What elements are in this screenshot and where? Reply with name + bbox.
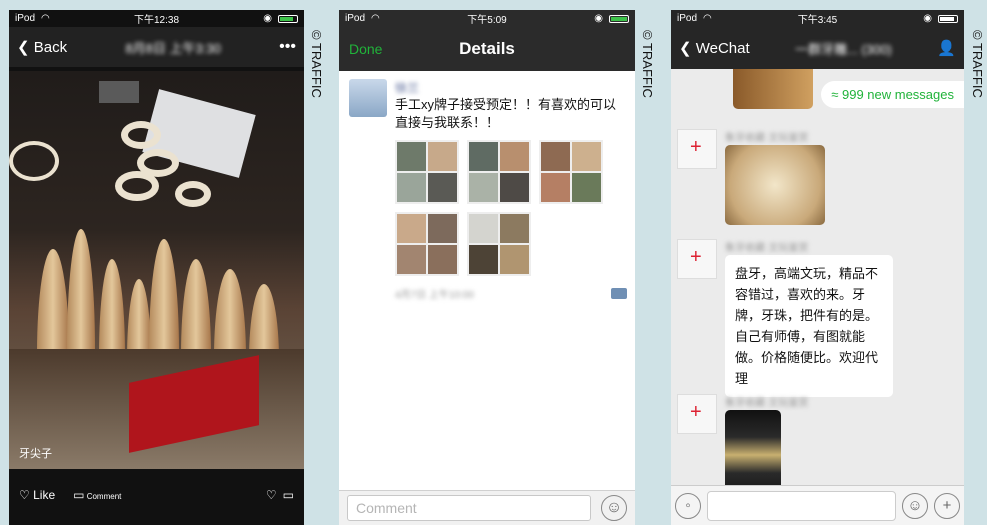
avatar[interactable] xyxy=(677,129,717,169)
chat-message: 象牙收藏·文玩鉴赏 xyxy=(677,129,825,225)
group-members-icon[interactable]: 👤 xyxy=(937,39,956,57)
comment-label: Comment xyxy=(86,492,122,501)
carrier-label: iPod xyxy=(15,13,36,24)
photo-thumbnail[interactable] xyxy=(467,212,531,276)
lock-icon: ◉ xyxy=(923,13,932,24)
back-button[interactable]: ❮ WeChat xyxy=(679,39,750,57)
more-button[interactable]: ••• xyxy=(279,38,296,56)
back-label: WeChat xyxy=(695,40,750,57)
wifi-icon: ◠ xyxy=(703,13,712,24)
moment-post: 徐兰 手工xy牌子接受预定！！有喜欢的可以直接与我联系！！ 4月7日 上午10:… xyxy=(339,71,635,301)
nav-title: 8月8日 上午3:30 xyxy=(125,40,221,56)
done-button[interactable]: Done xyxy=(349,41,382,57)
avatar[interactable] xyxy=(349,79,387,117)
emoji-icon[interactable]: ☺ xyxy=(902,492,928,519)
comment-icon: ▭ xyxy=(73,488,85,502)
like-button[interactable]: ♡ Like xyxy=(19,488,55,502)
avatar[interactable] xyxy=(677,239,717,279)
status-bar: iPod ◠ 下午5:09 ◉ xyxy=(339,10,635,27)
bangle xyxy=(121,121,161,149)
bangle xyxy=(9,141,59,181)
watermark: © TRAFFIC xyxy=(309,30,324,98)
comment-icon[interactable]: ▭ xyxy=(283,488,294,502)
photo-grid xyxy=(395,140,627,276)
comment-input[interactable]: Comment xyxy=(347,495,591,521)
photo-thumbnail[interactable] xyxy=(395,140,459,204)
ivory-photo[interactable]: 牙尖子 xyxy=(9,71,304,469)
watermark: © TRAFFIC xyxy=(640,30,655,98)
status-bar: iPod ◠ 下午12:38 ◉ xyxy=(9,10,304,27)
chevron-up-icon: ≈ xyxy=(831,87,839,102)
chat-area[interactable]: ≈ 999 new messages 象牙收藏·文玩鉴赏 象牙收藏·文玩鉴赏 盘… xyxy=(671,69,964,500)
emoji-icon[interactable]: ☺ xyxy=(601,495,627,521)
back-button[interactable]: ❮ Back xyxy=(17,38,67,56)
bangle xyxy=(175,181,211,207)
text-message[interactable]: 盘牙，高端文玩，精品不容错过，喜欢的来。牙牌，牙珠，把件有的是。自己有师傅，有图… xyxy=(725,255,893,397)
phone-wechat-chat: iPod ◠ 下午3:45 ◉ ❮ WeChat 一群牙雕... (300) 👤 … xyxy=(671,10,964,525)
image-message[interactable] xyxy=(725,145,825,225)
post-timestamp: 4月7日 上午10:00 xyxy=(395,290,474,301)
photo-caption: 牙尖子 xyxy=(19,448,52,460)
post-text: 手工xy牌子接受预定！！有喜欢的可以直接与我联系！！ xyxy=(395,97,617,130)
wifi-icon: ◠ xyxy=(371,13,380,24)
plus-icon[interactable]: + xyxy=(934,492,960,519)
chat-message: 象牙收藏·文玩鉴赏 盘牙，高端文玩，精品不容错过，喜欢的来。牙牌，牙珠，把件有的… xyxy=(677,239,893,397)
poster-name[interactable]: 徐兰 xyxy=(395,79,627,95)
lock-icon: ◉ xyxy=(594,13,603,24)
post-meta: 4月7日 上午10:00 xyxy=(395,286,627,301)
heart-icon[interactable]: ♡ xyxy=(266,488,277,502)
action-icons: ♡ ▭ xyxy=(266,488,294,502)
avatar[interactable] xyxy=(677,394,717,434)
battery-icon xyxy=(277,14,298,23)
carrier-label: iPod xyxy=(677,13,698,24)
page-title: Details xyxy=(459,39,515,58)
chevron-left-icon: ❮ xyxy=(17,39,30,56)
photo-thumbnail[interactable] xyxy=(467,140,531,204)
sender-name: 象牙收藏·文玩鉴赏 xyxy=(725,243,809,254)
photo-thumbnail[interactable] xyxy=(395,212,459,276)
nav-bar: Done Details xyxy=(339,27,635,71)
message-input[interactable] xyxy=(707,490,896,521)
phone-moments-photo: iPod ◠ 下午12:38 ◉ ❮ Back 8月8日 上午3:30 ••• 牙… xyxy=(9,10,304,525)
comment-icon[interactable] xyxy=(611,288,627,299)
chevron-left-icon: ❮ xyxy=(679,40,692,57)
heart-icon: ♡ xyxy=(19,488,30,502)
battery-icon xyxy=(937,14,958,23)
action-bar: ♡ Like ▭ Comment ♡ ▭ xyxy=(9,475,304,515)
clock: 下午3:45 xyxy=(797,15,838,26)
comment-bar: Comment ☺ xyxy=(339,490,635,525)
sender-name: 象牙收藏·文玩鉴赏 xyxy=(725,398,809,409)
clock: 下午12:38 xyxy=(133,15,180,26)
photo-thumbnail[interactable] xyxy=(539,140,603,204)
clock: 下午5:09 xyxy=(467,15,507,26)
bangle xyxy=(115,171,159,201)
watermark: © TRAFFIC xyxy=(970,30,985,98)
lock-icon: ◉ xyxy=(263,13,272,24)
status-bar: iPod ◠ 下午3:45 ◉ xyxy=(671,10,964,27)
scale-device xyxy=(99,81,139,103)
sender-name: 象牙收藏·文玩鉴赏 xyxy=(725,133,809,144)
nav-bar: ❮ Back 8月8日 上午3:30 ••• xyxy=(9,27,304,67)
chat-title: 一群牙雕... (300) xyxy=(795,41,892,57)
voice-icon[interactable]: ◦ xyxy=(675,492,701,519)
nav-bar: ❮ WeChat 一群牙雕... (300) 👤 xyxy=(671,27,964,69)
battery-icon xyxy=(608,14,629,23)
comment-button[interactable]: ▭ Comment xyxy=(73,488,121,502)
wifi-icon: ◠ xyxy=(41,13,50,24)
new-messages-button[interactable]: ≈ 999 new messages xyxy=(821,81,964,108)
image-message[interactable] xyxy=(733,69,813,109)
input-bar: ◦ ☺ + xyxy=(671,485,964,525)
phone-moments-detail: iPod ◠ 下午5:09 ◉ Done Details 徐兰 手工xy牌子接受预… xyxy=(339,10,635,525)
new-messages-label: 999 new messages xyxy=(841,87,954,102)
back-label: Back xyxy=(33,39,68,56)
like-label: Like xyxy=(33,488,56,502)
carrier-label: iPod xyxy=(345,13,366,24)
